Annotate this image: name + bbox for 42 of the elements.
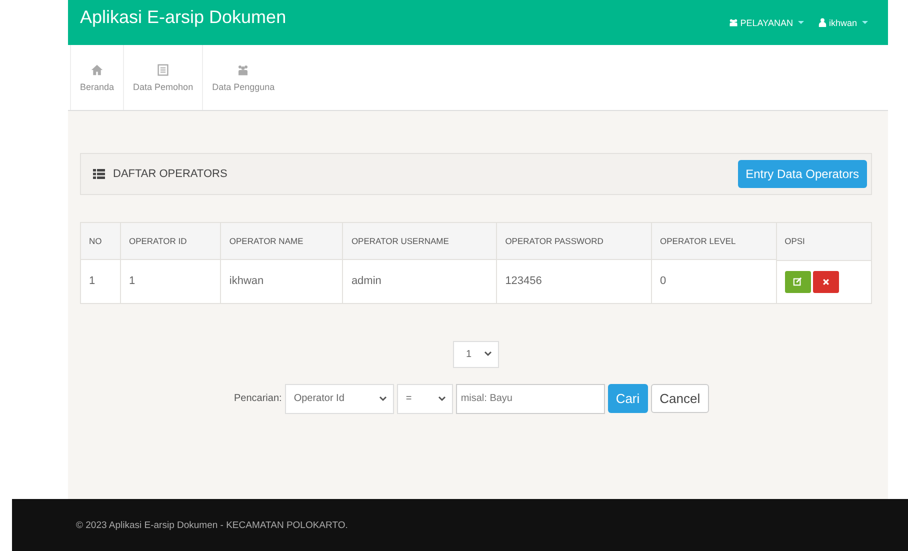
column-header: OPERATOR USERNAME: [342, 222, 497, 260]
table-cell: 1: [80, 260, 120, 303]
search-field[interactable]: misal: Bayu: [456, 384, 605, 414]
column-header: OPERATOR NAME: [220, 222, 343, 260]
user-icon: [818, 18, 827, 27]
column-header: NO: [80, 222, 120, 260]
table-cell: ikhwan: [220, 260, 343, 303]
operator-select[interactable]: =: [396, 384, 453, 414]
table-cell: 0: [652, 260, 776, 303]
table-cell: admin: [342, 260, 497, 303]
column-header: OPERATOR LEVEL: [652, 222, 776, 260]
edit-icon: [793, 277, 802, 286]
nav-item[interactable]: Data Pengguna: [202, 45, 284, 110]
page-select[interactable]: 1: [453, 340, 499, 368]
app-title: Aplikasi E-arsip Dokumen: [80, 7, 286, 28]
chevron-down-icon: [378, 396, 387, 402]
delete-button[interactable]: [812, 270, 839, 292]
search-button[interactable]: Cari: [608, 384, 648, 413]
close-icon: [822, 278, 830, 286]
cancel-button[interactable]: Cancel: [650, 384, 710, 413]
field-select[interactable]: Operator Id: [284, 384, 394, 414]
top-menu-link[interactable]: PELAYANAN: [729, 18, 804, 28]
users-icon: [729, 18, 738, 27]
nav-item[interactable]: Beranda: [70, 45, 124, 110]
table-cell: 123456: [496, 260, 652, 303]
document-icon: [157, 64, 170, 76]
table-cell: 1: [120, 260, 221, 303]
column-header: OPERATOR PASSWORD: [496, 222, 652, 260]
edit-button[interactable]: [784, 270, 811, 292]
top-menu-link[interactable]: ikhwan: [818, 18, 868, 28]
users-icon: [237, 64, 250, 76]
entry-button[interactable]: Entry Data Operators: [738, 160, 867, 188]
footer-text: © 2023 Aplikasi E-arsip Dokumen - KECAMATAN POLOKARTO.: [76, 520, 348, 530]
nav-item[interactable]: Data Pemohon: [123, 45, 202, 110]
home-icon: [91, 64, 104, 76]
panel-title: DAFTAR OPERATORS: [113, 168, 228, 180]
column-header: OPSI: [776, 222, 872, 260]
list-icon: [93, 169, 105, 179]
chevron-down-icon: [484, 351, 492, 357]
chevron-down-icon: [438, 396, 446, 402]
search-label: Pencarian:: [234, 393, 282, 404]
column-header: OPERATOR ID: [120, 222, 221, 260]
